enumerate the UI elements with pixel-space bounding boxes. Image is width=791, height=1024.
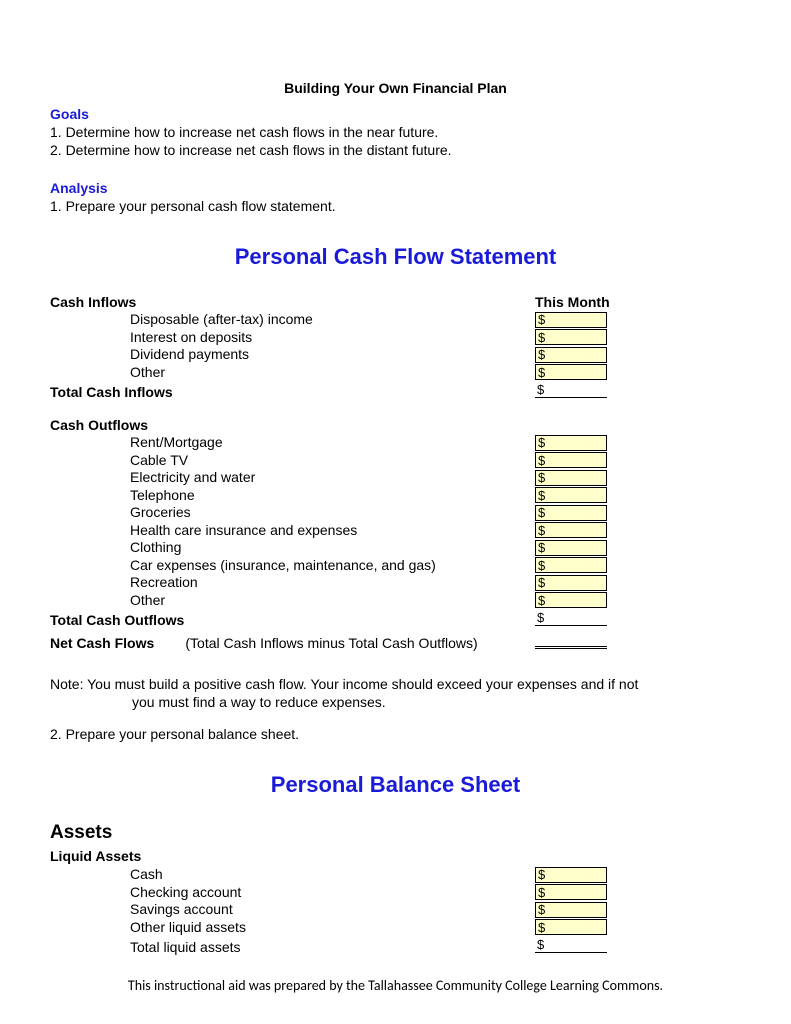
amount-input[interactable]: $ (535, 902, 607, 918)
amount-input[interactable]: $ (535, 347, 607, 363)
outflow-row: Telephone $ (50, 487, 741, 504)
outflow-item-label: Electricity and water (50, 469, 535, 485)
outflow-item-label: Car expenses (insurance, maintenance, an… (50, 557, 535, 573)
outflow-row: Groceries $ (50, 504, 741, 521)
outflow-row: Recreation $ (50, 574, 741, 591)
this-month-label: This Month (535, 294, 610, 310)
liquid-row: Savings account $ (50, 901, 741, 918)
amount-input[interactable]: $ (535, 452, 607, 468)
outflow-row: Cable TV $ (50, 452, 741, 469)
outflow-item-label: Groceries (50, 504, 535, 520)
amount-input[interactable]: $ (535, 505, 607, 521)
liquid-item-label: Other liquid assets (50, 919, 535, 935)
outflow-row: Rent/Mortgage $ (50, 434, 741, 451)
liquid-row: Cash $ (50, 866, 741, 883)
total-outflows-row: Total Cash Outflows $ (50, 609, 741, 630)
amount-input[interactable]: $ (535, 487, 607, 503)
step-2: 2. Prepare your personal balance sheet. (50, 726, 741, 742)
note-line: Note: You must build a positive cash flo… (50, 676, 741, 692)
amount-input[interactable]: $ (535, 884, 607, 900)
total-outflows-label: Total Cash Outflows (50, 612, 535, 628)
amount-input[interactable]: $ (535, 867, 607, 883)
assets-label: Assets (50, 822, 741, 844)
amount-input[interactable]: $ (535, 329, 607, 345)
amount-input[interactable]: $ (535, 364, 607, 380)
footer-text: This instructional aid was prepared by t… (0, 977, 791, 994)
outflow-row: Electricity and water $ (50, 469, 741, 486)
net-cash-flows-value (535, 631, 607, 647)
total-liquid-row: Total liquid assets $ (50, 936, 741, 957)
total-inflows-value: $ (535, 382, 607, 398)
outflow-row: Car expenses (insurance, maintenance, an… (50, 557, 741, 574)
liquid-item-label: Cash (50, 866, 535, 882)
analysis-label: Analysis (50, 180, 741, 196)
outflow-row: Other $ (50, 592, 741, 609)
balance-heading: Personal Balance Sheet (50, 772, 741, 798)
inflow-item-label: Interest on deposits (50, 329, 535, 345)
liquid-item-label: Savings account (50, 901, 535, 917)
inflow-row: Dividend payments $ (50, 346, 741, 363)
cashflow-heading: Personal Cash Flow Statement (50, 244, 741, 270)
inflow-row: Other $ (50, 364, 741, 381)
outflow-row: Health care insurance and expenses $ (50, 522, 741, 539)
cash-inflows-label: Cash Inflows (50, 294, 535, 310)
liquid-assets-label: Liquid Assets (50, 848, 741, 864)
net-cash-flows-row: Net Cash Flows (Total Cash Inflows minus… (50, 631, 741, 654)
outflow-item-label: Cable TV (50, 452, 535, 468)
outflow-item-label: Clothing (50, 539, 535, 555)
amount-input[interactable]: $ (535, 522, 607, 538)
liquid-row: Checking account $ (50, 884, 741, 901)
outflow-item-label: Telephone (50, 487, 535, 503)
inflow-row: Interest on deposits $ (50, 329, 741, 346)
outflow-item-label: Other (50, 592, 535, 608)
goal-item: 1. Determine how to increase net cash fl… (50, 124, 741, 140)
amount-input[interactable]: $ (535, 470, 607, 486)
inflow-item-label: Disposable (after-tax) income (50, 311, 535, 327)
document-title: Building Your Own Financial Plan (50, 80, 741, 96)
liquid-row: Other liquid assets $ (50, 919, 741, 936)
inflow-row: Disposable (after-tax) income $ (50, 311, 741, 328)
cash-outflows-label: Cash Outflows (50, 417, 535, 433)
goal-item: 2. Determine how to increase net cash fl… (50, 142, 741, 158)
amount-input[interactable]: $ (535, 435, 607, 451)
analysis-item: 1. Prepare your personal cash flow state… (50, 198, 741, 214)
amount-input[interactable]: $ (535, 540, 607, 556)
liquid-item-label: Checking account (50, 884, 535, 900)
outflow-item-label: Health care insurance and expenses (50, 522, 535, 538)
inflows-header-row: Cash Inflows This Month (50, 294, 741, 310)
total-outflows-value: $ (535, 610, 607, 626)
note-line: you must find a way to reduce expenses. (50, 694, 741, 710)
net-cash-flows-label: Net Cash Flows (Total Cash Inflows minus… (50, 635, 535, 651)
outflow-item-label: Rent/Mortgage (50, 434, 535, 450)
amount-input[interactable]: $ (535, 557, 607, 573)
inflow-item-label: Dividend payments (50, 346, 535, 362)
total-liquid-value: $ (535, 937, 607, 953)
amount-input[interactable]: $ (535, 312, 607, 328)
amount-input[interactable]: $ (535, 575, 607, 591)
inflow-item-label: Other (50, 364, 535, 380)
amount-input[interactable]: $ (535, 919, 607, 935)
goals-label: Goals (50, 106, 741, 122)
outflow-item-label: Recreation (50, 574, 535, 590)
outflow-row: Clothing $ (50, 539, 741, 556)
total-inflows-label: Total Cash Inflows (50, 384, 535, 400)
total-liquid-label: Total liquid assets (50, 939, 535, 955)
amount-input[interactable]: $ (535, 592, 607, 608)
outflows-header-row: Cash Outflows (50, 417, 741, 433)
total-inflows-row: Total Cash Inflows $ (50, 381, 741, 402)
